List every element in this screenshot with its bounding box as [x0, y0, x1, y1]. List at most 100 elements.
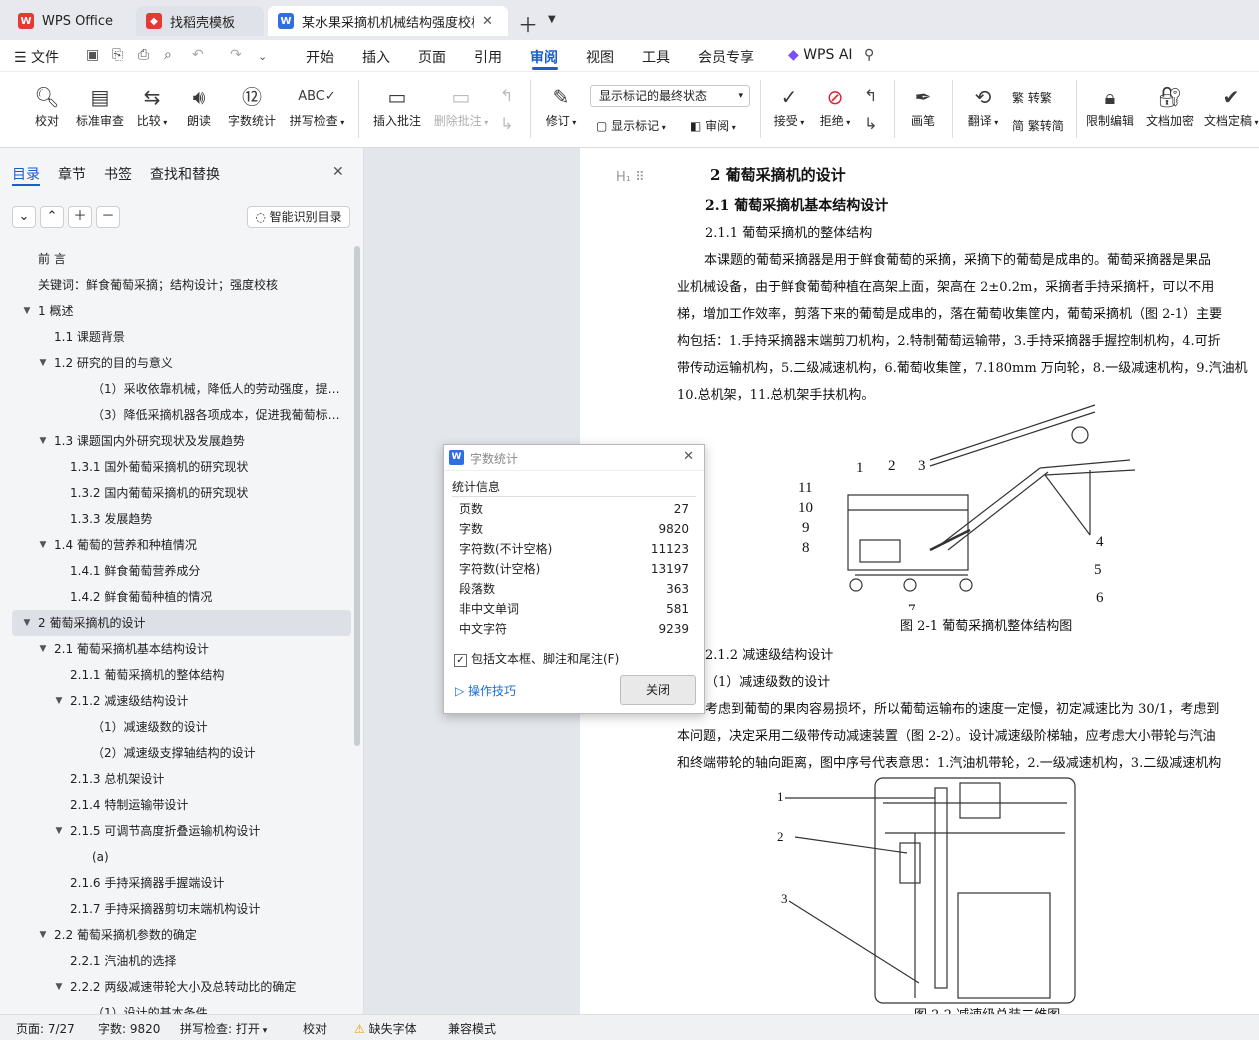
expand-arrow-icon[interactable]: ▼ [37, 428, 49, 454]
remove-heading-button[interactable]: － [96, 206, 120, 228]
standard-review-button[interactable]: ▤ 标准审查 [74, 82, 126, 129]
read-aloud-button[interactable]: 🔊︎ 朗读 [182, 82, 216, 129]
toc-item[interactable]: ▼ 2.1.2 减速级结构设计 [0, 688, 352, 714]
translate-button[interactable]: ⟲ 翻译 ▾ [964, 82, 1002, 129]
nav-tab-chapters[interactable]: 章节 [58, 164, 86, 184]
menu-insert[interactable]: 插入 [362, 47, 390, 67]
toc-item[interactable]: 2.1.3 总机架设计 [0, 766, 352, 792]
expand-arrow-icon[interactable]: ▼ [37, 532, 49, 558]
finalize-button[interactable]: ✔ 文档定稿 ▾ [1204, 82, 1259, 129]
menu-view[interactable]: 视图 [586, 47, 614, 67]
menu-reference[interactable]: 引用 [474, 47, 502, 67]
export-icon[interactable]: ⎘ [112, 47, 123, 63]
insert-comment-button[interactable]: ▭ 插入批注 [372, 82, 422, 129]
add-heading-button[interactable]: ＋ [68, 206, 92, 228]
expand-arrow-icon[interactable]: ▼ [53, 688, 65, 714]
toc-scrollbar[interactable] [354, 246, 360, 746]
to-traditional-button[interactable]: 繁 转繁 [1012, 89, 1052, 106]
tab-docer-templates[interactable]: ◆ 找稻壳模板 [136, 6, 264, 36]
heading-handle-icon[interactable]: H₁ ⠿ [616, 170, 645, 185]
close-tab-icon[interactable]: ✕ [482, 14, 493, 29]
prev-comment-icon[interactable]: ↰ [500, 86, 513, 105]
toc-item[interactable]: （1）设计的基本条件 [0, 1000, 352, 1014]
nav-tab-find-replace[interactable]: 查找和替换 [150, 164, 220, 184]
expand-arrow-icon[interactable]: ▼ [37, 922, 49, 948]
reject-button[interactable]: ⊘ 拒绝 ▾ [816, 82, 854, 129]
search-icon[interactable]: ⚲ [864, 47, 874, 63]
expand-level-button[interactable]: ⌃ [40, 206, 64, 228]
smart-toc-button[interactable]: ◌ 智能识别目录 [247, 206, 350, 228]
toc-item[interactable]: 1.1 课题背景 [0, 324, 352, 350]
toc-item[interactable]: 1.4.2 鲜食葡萄种植的情况 [0, 584, 352, 610]
menu-file[interactable]: ☰ 文件 [14, 47, 59, 67]
markup-state-select[interactable]: 显示标记的最终状态 ▾ [590, 85, 750, 107]
menu-page[interactable]: 页面 [418, 47, 446, 67]
undo-icon[interactable]: ↶ [192, 47, 204, 63]
toc-item[interactable]: 1.3.1 国外葡萄采摘机的研究现状 [0, 454, 352, 480]
toc-item[interactable]: 2.1.7 手持采摘器剪切末端机构设计 [0, 896, 352, 922]
spell-check-toggle[interactable]: 拼写检查: 打开 ▾ [180, 1020, 267, 1037]
toc-item[interactable]: 2.1.6 手持采摘器手握端设计 [0, 870, 352, 896]
toc-item[interactable]: ▼ 1.2 研究的目的与意义 [0, 350, 352, 376]
expand-arrow-icon[interactable]: ▼ [21, 610, 33, 636]
next-comment-icon[interactable]: ↳ [500, 114, 513, 133]
delete-comment-button[interactable]: ▭ 删除批注 ▾ [432, 82, 490, 129]
toc-item[interactable]: 1.4.1 鲜食葡萄营养成分 [0, 558, 352, 584]
show-markup-button[interactable]: ▢ 显示标记 ▾ [596, 117, 666, 134]
toc-item[interactable]: ▼ 1.3 课题国内外研究现状及发展趋势 [0, 428, 352, 454]
menu-member[interactable]: 会员专享 [698, 47, 754, 67]
proof-button[interactable]: 校对 [303, 1020, 327, 1037]
include-footnotes-checkbox[interactable]: ✓ 包括文本框、脚注和尾注(F) [454, 650, 619, 667]
menu-tools[interactable]: 工具 [642, 47, 670, 67]
expand-arrow-icon[interactable]: ▼ [53, 818, 65, 844]
toc-item[interactable]: （1）减速级数的设计 [0, 714, 352, 740]
toc-item[interactable]: 1.3.2 国内葡萄采摘机的研究现状 [0, 480, 352, 506]
toc-item[interactable]: 关键词：鲜食葡萄采摘；结构设计；强度校核 [0, 272, 352, 298]
word-count-button[interactable]: ⑫ 字数统计 [226, 82, 278, 129]
page-indicator[interactable]: 页面: 7/27 [16, 1020, 75, 1037]
expand-arrow-icon[interactable]: ▼ [37, 350, 49, 376]
revise-button[interactable]: ✎ 修订 ▾ [542, 82, 580, 129]
nav-tab-toc[interactable]: 目录 [12, 164, 40, 184]
wps-ai-button[interactable]: ◆ WPS AI [788, 47, 853, 63]
spell-check-button[interactable]: ABC✓ 拼写检查 ▾ [288, 82, 346, 129]
pen-button[interactable]: ✒ 画笔 [906, 82, 940, 129]
prev-change-icon[interactable]: ↰ [864, 86, 877, 105]
toc-item[interactable]: 2.1.1 葡萄采摘机的整体结构 [0, 662, 352, 688]
menu-start[interactable]: 开始 [306, 47, 334, 67]
toc-item[interactable]: （1）采收依靠机械，降低人的劳动强度，提高生... [0, 376, 352, 402]
toc-item[interactable]: 2.1.4 特制运输带设计 [0, 792, 352, 818]
toc-item[interactable]: ▼ 2.2.2 两级减速带轮大小及总转动比的确定 [0, 974, 352, 1000]
accept-button[interactable]: ✓ 接受 ▾ [770, 82, 808, 129]
dialog-titlebar[interactable]: W 字数统计 ✕ [444, 445, 704, 471]
expand-arrow-icon[interactable]: ▼ [53, 974, 65, 1000]
print-preview-icon[interactable]: ⌕ [164, 47, 172, 63]
menu-review[interactable]: 审阅 [530, 47, 558, 67]
toc-item[interactable]: （2）减速级支撑轴结构的设计 [0, 740, 352, 766]
to-simplified-button[interactable]: 简 繁转简 [1012, 117, 1064, 134]
toc-item[interactable]: ▼ 2.1.5 可调节高度折叠运输机构设计 [0, 818, 352, 844]
print-icon[interactable]: ⎙ [138, 47, 149, 63]
more-chevron-icon[interactable]: ⌄ [258, 50, 267, 63]
encrypt-button[interactable]: 🔐︎ 文档加密 [1144, 82, 1196, 129]
close-pane-icon[interactable]: ✕ [332, 164, 344, 180]
chevron-down-icon[interactable]: ▼ [548, 14, 556, 25]
toc-item[interactable]: ▼ 2.1 葡萄采摘机基本结构设计 [0, 636, 352, 662]
review-pane-button[interactable]: ◧ 审阅 ▾ [690, 117, 736, 134]
toc-item[interactable]: ▼ 2.2 葡萄采摘机参数的确定 [0, 922, 352, 948]
toc-item[interactable]: （3）降低采摘机器各项成本，促进我葡萄标准化... [0, 402, 352, 428]
tips-link[interactable]: ▷ 操作技巧 [455, 682, 516, 699]
close-button[interactable]: 关闭 [620, 675, 696, 705]
compare-button[interactable]: ⇆ 比较 ▾ [134, 82, 170, 129]
expand-arrow-icon[interactable]: ▼ [21, 298, 33, 324]
redo-icon[interactable]: ↷ [230, 47, 242, 63]
toc-item[interactable]: 前 言 [0, 246, 352, 272]
missing-font-button[interactable]: ⚠ 缺失字体 [354, 1020, 417, 1037]
close-dialog-icon[interactable]: ✕ [683, 449, 694, 464]
next-change-icon[interactable]: ↳ [864, 114, 877, 133]
toc-item[interactable]: (a) [0, 844, 352, 870]
toc-item[interactable]: ▼ 1 概述 [0, 298, 352, 324]
toc-item[interactable]: 2.2.1 汽油机的选择 [0, 948, 352, 974]
tab-wps-office[interactable]: W WPS Office [8, 6, 126, 36]
toc-item[interactable]: ▼ 2 葡萄采摘机的设计 [12, 610, 351, 636]
